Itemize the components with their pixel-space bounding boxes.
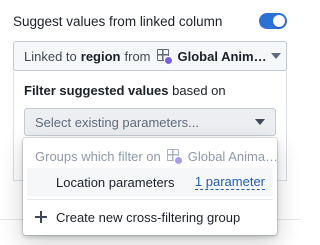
linked-column-settings: Suggest values from linked column Linked…	[0, 0, 300, 245]
menu-header: Groups which filter on Global Anima…	[35, 146, 293, 166]
menu-item-location-parameters[interactable]: Location parameters 1 parameter	[27, 168, 273, 196]
group-parameter-count[interactable]: 1 parameter	[194, 174, 265, 190]
select-parameters-placeholder: Select existing parameters...	[35, 114, 200, 130]
object-type-icon	[166, 149, 183, 165]
object-type-icon	[156, 49, 173, 65]
suggest-values-toggle[interactable]	[259, 13, 287, 29]
menu-header-object: Global Anima…	[187, 148, 279, 164]
linked-prefix: Linked to	[24, 48, 77, 64]
filter-title-rest: based on	[172, 83, 226, 98]
chevron-down-icon	[255, 119, 265, 125]
select-parameters-dropdown[interactable]: Select existing parameters...	[24, 108, 276, 136]
create-group-label: Create new cross-filtering group	[56, 209, 241, 225]
filter-title: Filter suggested values based on	[24, 83, 226, 98]
suggest-values-label: Suggest values from linked column	[13, 13, 223, 29]
suggest-values-row: Suggest values from linked column	[13, 9, 287, 33]
linked-column-select[interactable]: Linked to region from Global Anim…	[13, 41, 287, 71]
toggle-knob	[273, 15, 285, 27]
linked-object-name: Global Anim…	[177, 48, 267, 64]
create-group-menu-item[interactable]: Create new cross-filtering group	[27, 204, 273, 230]
group-label: Location parameters	[56, 174, 175, 190]
parameters-menu: Groups which filter on Global Anima… Loc…	[23, 138, 278, 235]
plus-icon	[35, 211, 47, 223]
chevron-down-icon	[270, 53, 281, 59]
linked-column-name: region	[80, 48, 121, 64]
filter-title-bold: Filter suggested values	[24, 83, 169, 98]
linked-connector: from	[124, 48, 151, 64]
menu-header-prefix: Groups which filter on	[35, 148, 161, 164]
menu-divider	[27, 199, 273, 200]
